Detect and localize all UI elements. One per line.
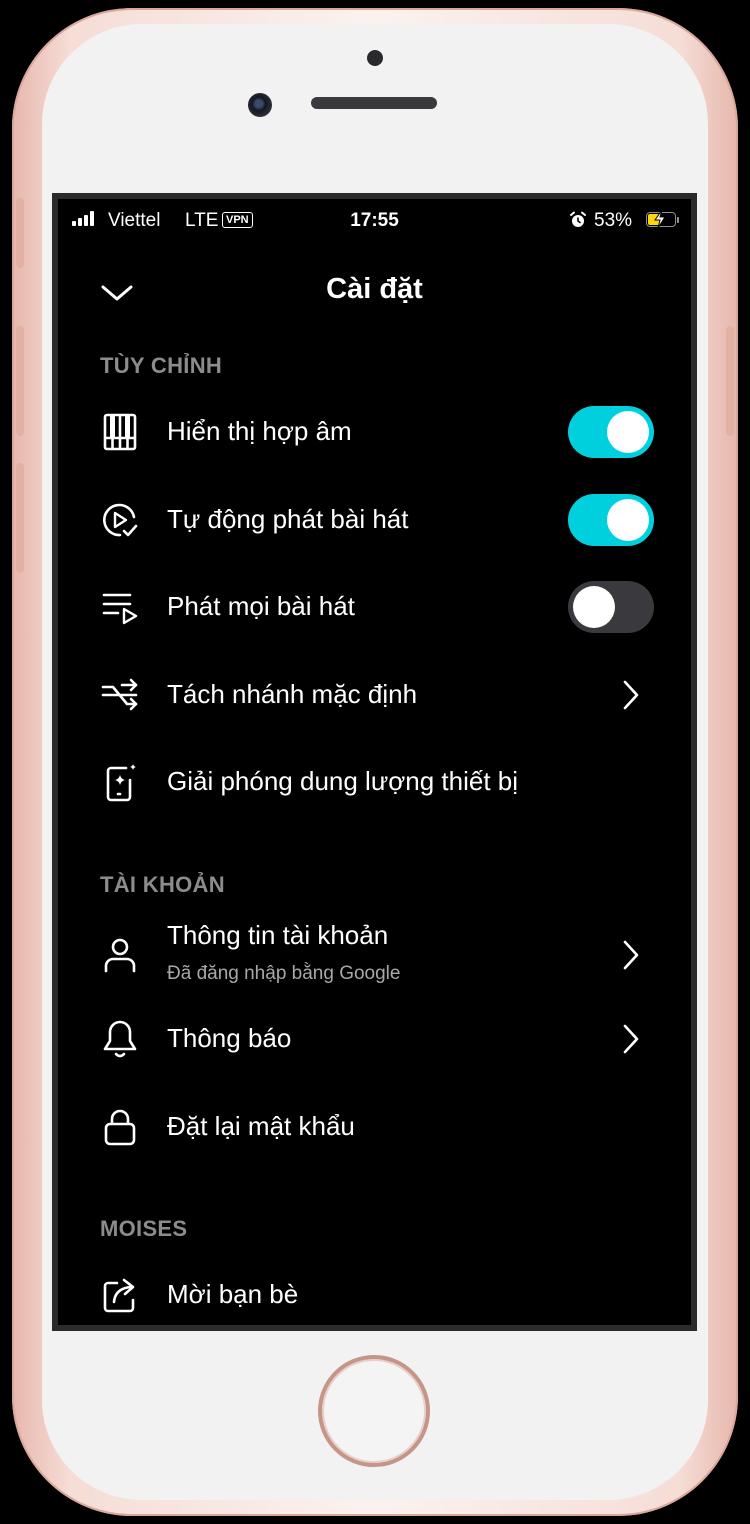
settings-row-label: Mời bạn bè	[167, 1279, 299, 1309]
settings-row-play-all[interactable]: Phát mọi bài hát	[58, 567, 691, 647]
autoplay-toggle[interactable]	[568, 494, 654, 546]
person-icon	[104, 938, 136, 973]
battery-cap	[677, 217, 679, 223]
settings-row-reset-password[interactable]: Đặt lại mật khẩu	[58, 1087, 691, 1167]
toggle-knob	[573, 586, 615, 628]
split-arrows-icon	[101, 678, 138, 711]
settings-row-label: Giải phóng dung lượng thiết bị	[167, 766, 519, 796]
proximity-sensor	[367, 50, 383, 66]
share-icon	[103, 1278, 135, 1313]
settings-row-label: Thông báo	[167, 1023, 292, 1053]
volume-down-button	[16, 463, 24, 573]
section-title-account: TÀI KHOẢN	[100, 872, 225, 897]
mute-switch	[16, 198, 24, 268]
settings-row-label: Đặt lại mật khẩu	[167, 1111, 355, 1141]
lock-icon	[104, 1109, 136, 1146]
settings-row-sublabel: Đã đăng nhập bằng Google	[167, 963, 401, 984]
battery-percent: 53%	[594, 210, 633, 231]
page-title: Cài đặt	[326, 273, 423, 305]
toggle-knob	[607, 499, 649, 541]
settings-row-label: Tách nhánh mặc định	[167, 679, 418, 709]
settings-screen: Viettel LTE VPN 17:55 53% Cài đặt TÙY CH	[58, 199, 691, 1325]
earpiece-speaker	[311, 97, 437, 109]
settings-row-default-stems[interactable]: Tách nhánh mặc định	[58, 655, 691, 735]
chevron-right-icon	[623, 680, 639, 710]
show-chords-toggle[interactable]	[568, 406, 654, 458]
screen: Viettel LTE VPN 17:55 53% Cài đặt TÙY CH	[52, 193, 697, 1331]
settings-row-free-storage[interactable]: Giải phóng dung lượng thiết bị	[58, 742, 691, 822]
settings-row-invite-friends[interactable]: Mời bạn bè	[58, 1255, 691, 1325]
chevron-right-icon	[623, 1024, 639, 1054]
alarm-icon	[570, 211, 586, 227]
playlist-play-icon	[102, 593, 138, 625]
settings-row-label: Tự động phát bài hát	[167, 504, 409, 534]
section-title-customize: TÙY CHỈNH	[100, 353, 223, 378]
toggle-knob	[607, 411, 649, 453]
settings-row-label: Hiển thị hợp âm	[167, 416, 352, 446]
settings-row-autoplay[interactable]: Tự động phát bài hát	[58, 480, 691, 560]
settings-row-account-info[interactable]: Thông tin tài khoản Đã đăng nhập bằng Go…	[58, 909, 691, 1001]
front-camera	[248, 93, 272, 117]
home-button[interactable]	[318, 1355, 430, 1467]
chord-grid-icon	[103, 413, 137, 451]
chevron-right-icon	[623, 940, 639, 970]
power-button	[726, 326, 734, 436]
settings-row-show-chords[interactable]: Hiển thị hợp âm	[58, 392, 691, 472]
status-bar: Viettel LTE VPN 17:55 53%	[58, 199, 691, 239]
settings-row-notifications[interactable]: Thông báo	[58, 999, 691, 1079]
settings-row-label: Thông tin tài khoản	[167, 920, 389, 950]
volume-up-button	[16, 326, 24, 436]
charging-bolt-icon	[654, 210, 666, 228]
play-all-toggle[interactable]	[568, 581, 654, 633]
section-title-moises: MOISES	[100, 1216, 188, 1241]
settings-row-label: Phát mọi bài hát	[167, 591, 355, 621]
bell-icon	[103, 1020, 137, 1058]
phone-sparkle-icon	[106, 764, 136, 802]
autoplay-icon	[103, 503, 138, 537]
